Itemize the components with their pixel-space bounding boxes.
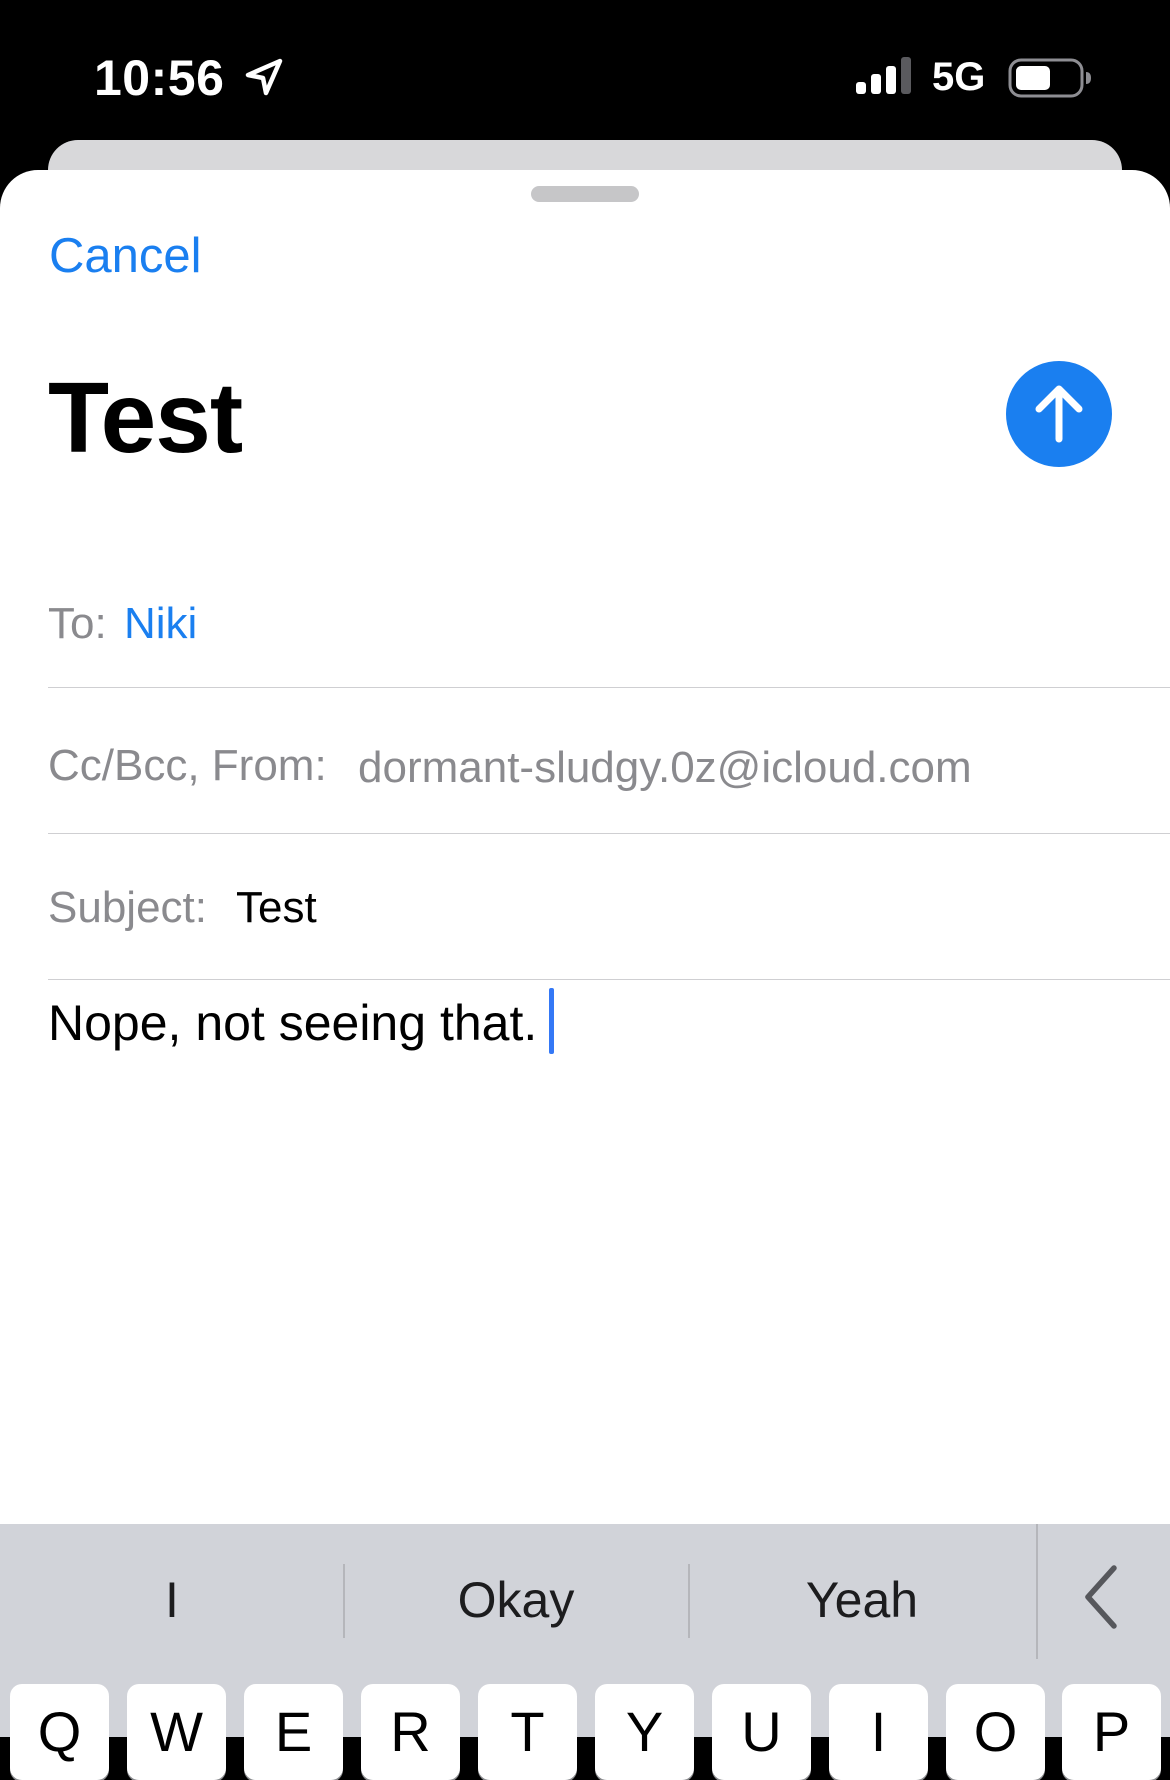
- subject-label: Subject:: [48, 883, 207, 932]
- send-button[interactable]: [1006, 361, 1112, 467]
- compose-title: Test: [48, 362, 243, 474]
- subject-field[interactable]: Subject: Test: [48, 834, 1170, 980]
- mail-compose-sheet: Cancel Test To: Niki Cc/Bcc, From: dorma…: [0, 170, 1170, 1737]
- location-arrow-icon: [245, 58, 283, 96]
- key-w[interactable]: W: [127, 1684, 226, 1780]
- suggestion-1[interactable]: I: [0, 1524, 344, 1676]
- status-bar: 10:56 5G: [0, 0, 1170, 150]
- text-caret: [549, 988, 555, 1054]
- key-q[interactable]: Q: [10, 1684, 109, 1780]
- key-i[interactable]: I: [829, 1684, 928, 1780]
- keyboard: I Okay Yeah Q W E R T Y U I O P: [0, 1524, 1170, 1780]
- cellular-signal-icon: [856, 57, 911, 94]
- cancel-button[interactable]: Cancel: [49, 226, 202, 286]
- suggestion-3[interactable]: Yeah: [688, 1524, 1036, 1676]
- cc-bcc-from-label: Cc/Bcc, From:: [48, 741, 327, 790]
- to-field[interactable]: To: Niki: [48, 542, 1170, 688]
- subject-input[interactable]: Test: [236, 880, 317, 936]
- message-body-text: Nope, not seeing that.: [48, 995, 538, 1051]
- to-label: To:: [48, 599, 107, 648]
- arrow-up-icon: [1035, 385, 1083, 443]
- key-t[interactable]: T: [478, 1684, 577, 1780]
- message-body[interactable]: Nope, not seeing that.: [48, 988, 555, 1055]
- sheet-grabber[interactable]: [531, 186, 639, 202]
- cc-bcc-from-field[interactable]: Cc/Bcc, From: dormant-sludgy.0z@icloud.c…: [48, 688, 1170, 834]
- key-e[interactable]: E: [244, 1684, 343, 1780]
- status-time: 10:56: [94, 50, 225, 106]
- suggestion-2[interactable]: Okay: [344, 1524, 688, 1676]
- chevron-left-icon: [1085, 1565, 1117, 1629]
- key-u[interactable]: U: [712, 1684, 811, 1780]
- network-type: 5G: [932, 55, 986, 99]
- key-p[interactable]: P: [1062, 1684, 1161, 1780]
- recipient-token[interactable]: Niki: [124, 596, 197, 652]
- from-address[interactable]: dormant-sludgy.0z@icloud.com: [358, 740, 972, 796]
- key-r[interactable]: R: [361, 1684, 460, 1780]
- collapse-suggestions-button[interactable]: [1038, 1524, 1170, 1672]
- key-o[interactable]: O: [946, 1684, 1045, 1780]
- key-y[interactable]: Y: [595, 1684, 694, 1780]
- battery-icon: [1008, 58, 1091, 98]
